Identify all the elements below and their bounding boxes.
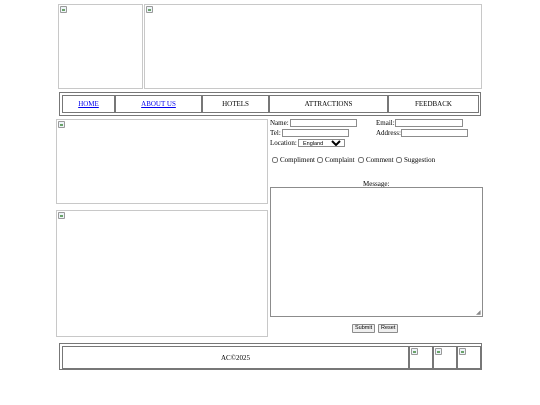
name-label: Name: [270, 119, 289, 127]
footer-copyright: AC©2025 [220, 353, 251, 362]
broken-image-icon [459, 348, 466, 355]
broken-image-icon [58, 212, 65, 219]
nav-hotels[interactable]: HOTELS [202, 95, 269, 113]
nav-feedback[interactable]: FEEDBACK [388, 95, 479, 113]
nav-attractions[interactable]: ATTRACTIONS [269, 95, 388, 113]
comment-label: Comment [366, 156, 394, 164]
location-select[interactable]: England [298, 139, 345, 147]
banner-image [144, 4, 482, 89]
tel-label: Tel: [270, 129, 281, 137]
checkbox-complaint[interactable]: Complaint [317, 156, 355, 164]
address-label: Address: [376, 129, 401, 137]
broken-image-icon [58, 121, 65, 128]
footer-copyright-cell: AC©2025 [62, 346, 409, 369]
complaint-checkbox[interactable] [317, 157, 323, 163]
nav-bar: HOME ABOUT US HOTELS ATTRACTIONS FEEDBAC… [59, 92, 481, 116]
compliment-checkbox[interactable] [272, 157, 278, 163]
comment-checkbox[interactable] [358, 157, 364, 163]
nav-attractions-label: ATTRACTIONS [304, 100, 353, 108]
content-image-bottom [56, 210, 268, 337]
nav-about-us-link[interactable]: ABOUT US [141, 100, 176, 108]
checkbox-compliment[interactable]: Compliment [272, 156, 315, 164]
suggestion-checkbox[interactable] [396, 157, 402, 163]
broken-image-icon [60, 6, 67, 13]
social-icon-1[interactable] [409, 346, 433, 369]
nav-about-us[interactable]: ABOUT US [115, 95, 202, 113]
compliment-label: Compliment [280, 156, 315, 164]
content-image-top [56, 119, 268, 204]
broken-image-icon [146, 6, 153, 13]
checkbox-comment[interactable]: Comment [358, 156, 394, 164]
footer: AC©2025 [59, 343, 482, 370]
tel-field[interactable] [282, 129, 349, 137]
checkbox-suggestion[interactable]: Suggestion [396, 156, 435, 164]
logo-image [58, 4, 143, 89]
social-icon-2[interactable] [433, 346, 457, 369]
suggestion-label: Suggestion [404, 156, 436, 164]
nav-feedback-label: FEEDBACK [415, 100, 452, 108]
nav-hotels-label: HOTELS [222, 100, 249, 108]
reset-button[interactable]: Reset [378, 324, 399, 333]
address-field[interactable] [401, 129, 468, 137]
nav-home-link[interactable]: HOME [78, 100, 99, 108]
name-field[interactable] [290, 119, 357, 127]
email-field[interactable] [395, 119, 463, 127]
feedback-form: Name: Email: Tel: Address: Location: Eng… [270, 118, 484, 338]
social-icon-3[interactable] [457, 346, 481, 369]
broken-image-icon [411, 348, 418, 355]
submit-button[interactable]: Submit [352, 324, 376, 333]
complaint-label: Complaint [325, 156, 355, 164]
message-textarea[interactable] [270, 187, 483, 317]
broken-image-icon [435, 348, 442, 355]
email-label: Email: [376, 119, 395, 127]
nav-home[interactable]: HOME [62, 95, 115, 113]
resize-grip-icon[interactable]: ◢ [476, 310, 482, 316]
location-label: Location: [270, 139, 297, 147]
